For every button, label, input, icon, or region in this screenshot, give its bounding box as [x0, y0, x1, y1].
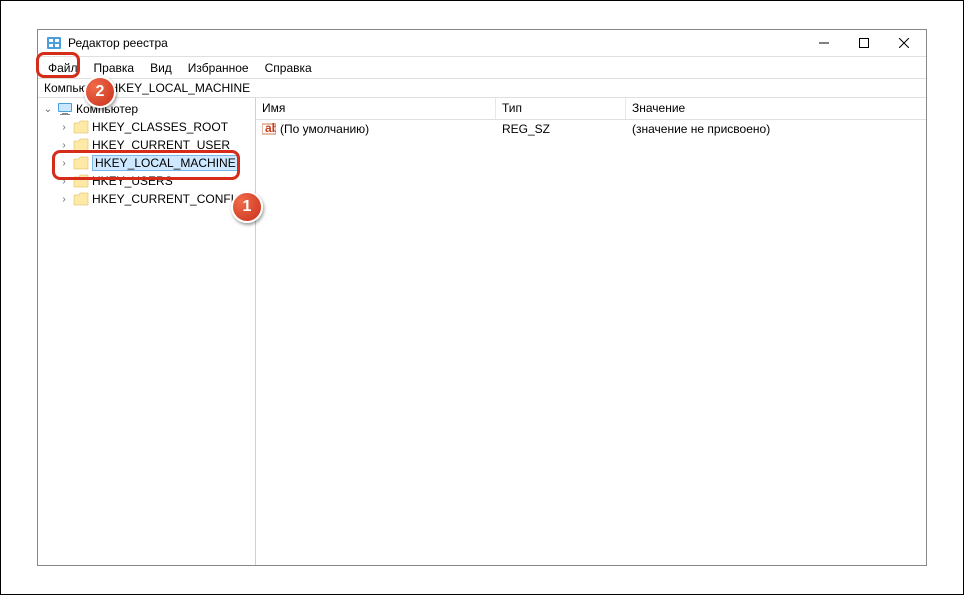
tree-item-hkcu[interactable]: › HKEY_CURRENT_USER [38, 136, 255, 154]
tree-label: HKEY_CURRENT_USER [92, 138, 230, 152]
tree-label: HKEY_CLASSES_ROOT [92, 120, 228, 134]
folder-icon [73, 120, 89, 134]
col-name[interactable]: Имя [256, 98, 496, 119]
annotation-badge-2: 2 [84, 76, 116, 108]
expand-icon[interactable]: ⌄ [42, 104, 54, 115]
registry-editor-window: Редактор реестра Файл Правка Вид Избранн… [37, 29, 927, 566]
folder-icon [73, 156, 89, 170]
menu-help[interactable]: Справка [257, 59, 320, 77]
menu-edit[interactable]: Правка [86, 59, 143, 77]
tree-item-hklm[interactable]: › HKEY_LOCAL_MACHINE [38, 154, 255, 172]
tree-pane[interactable]: ⌄ Компьютер › HKEY_CLASSES_ROOT › [38, 98, 256, 565]
cell-type: REG_SZ [496, 122, 626, 136]
col-value[interactable]: Значение [626, 98, 926, 119]
cell-name: ab (По умолчанию) [256, 122, 496, 136]
tree-item-hku[interactable]: › HKEY_USERS [38, 172, 255, 190]
values-pane[interactable]: Имя Тип Значение ab (По умолчанию) REG_S… [256, 98, 926, 565]
tree-label: HKEY_LOCAL_MACHINE [92, 155, 239, 171]
folder-icon [73, 174, 89, 188]
value-name: (По умолчанию) [280, 122, 369, 136]
folder-icon [73, 192, 89, 206]
close-icon [899, 38, 909, 48]
annotation-badge-1: 1 [231, 191, 263, 223]
folder-icon [73, 138, 89, 152]
expand-icon[interactable]: › [58, 140, 70, 151]
computer-icon [57, 102, 73, 116]
body: ⌄ Компьютер › HKEY_CLASSES_ROOT › [38, 98, 926, 565]
minimize-button[interactable] [804, 30, 844, 56]
tree-label: HKEY_USERS [92, 174, 173, 188]
col-type[interactable]: Тип [496, 98, 626, 119]
string-value-icon: ab [262, 122, 276, 136]
value-row[interactable]: ab (По умолчанию) REG_SZ (значение не пр… [256, 120, 926, 138]
window-title: Редактор реестра [68, 36, 804, 50]
close-button[interactable] [884, 30, 924, 56]
titlebar: Редактор реестра [38, 30, 926, 56]
expand-icon[interactable]: › [58, 122, 70, 133]
svg-text:ab: ab [265, 122, 276, 135]
tree-item-hkcc[interactable]: › HKEY_CURRENT_CONFIG [38, 190, 255, 208]
maximize-icon [859, 38, 869, 48]
list-header: Имя Тип Значение [256, 98, 926, 120]
cell-value: (значение не присвоено) [626, 122, 926, 136]
tree-label: HKEY_CURRENT_CONFIG [92, 192, 243, 206]
menubar: Файл Правка Вид Избранное Справка [38, 56, 926, 78]
address-path: Компьютер\HKEY_LOCAL_MACHINE [44, 81, 250, 95]
app-icon [46, 35, 62, 51]
maximize-button[interactable] [844, 30, 884, 56]
expand-icon[interactable]: › [58, 176, 70, 187]
menu-favorites[interactable]: Избранное [180, 59, 257, 77]
menu-file[interactable]: Файл [40, 59, 86, 77]
expand-icon[interactable]: › [58, 194, 70, 205]
minimize-icon [819, 38, 829, 48]
expand-icon[interactable]: › [58, 158, 70, 169]
tree-root-computer[interactable]: ⌄ Компьютер [38, 100, 255, 118]
tree-item-hkcr[interactable]: › HKEY_CLASSES_ROOT [38, 118, 255, 136]
address-bar[interactable]: Компьютер\HKEY_LOCAL_MACHINE [38, 78, 926, 98]
menu-view[interactable]: Вид [142, 59, 180, 77]
